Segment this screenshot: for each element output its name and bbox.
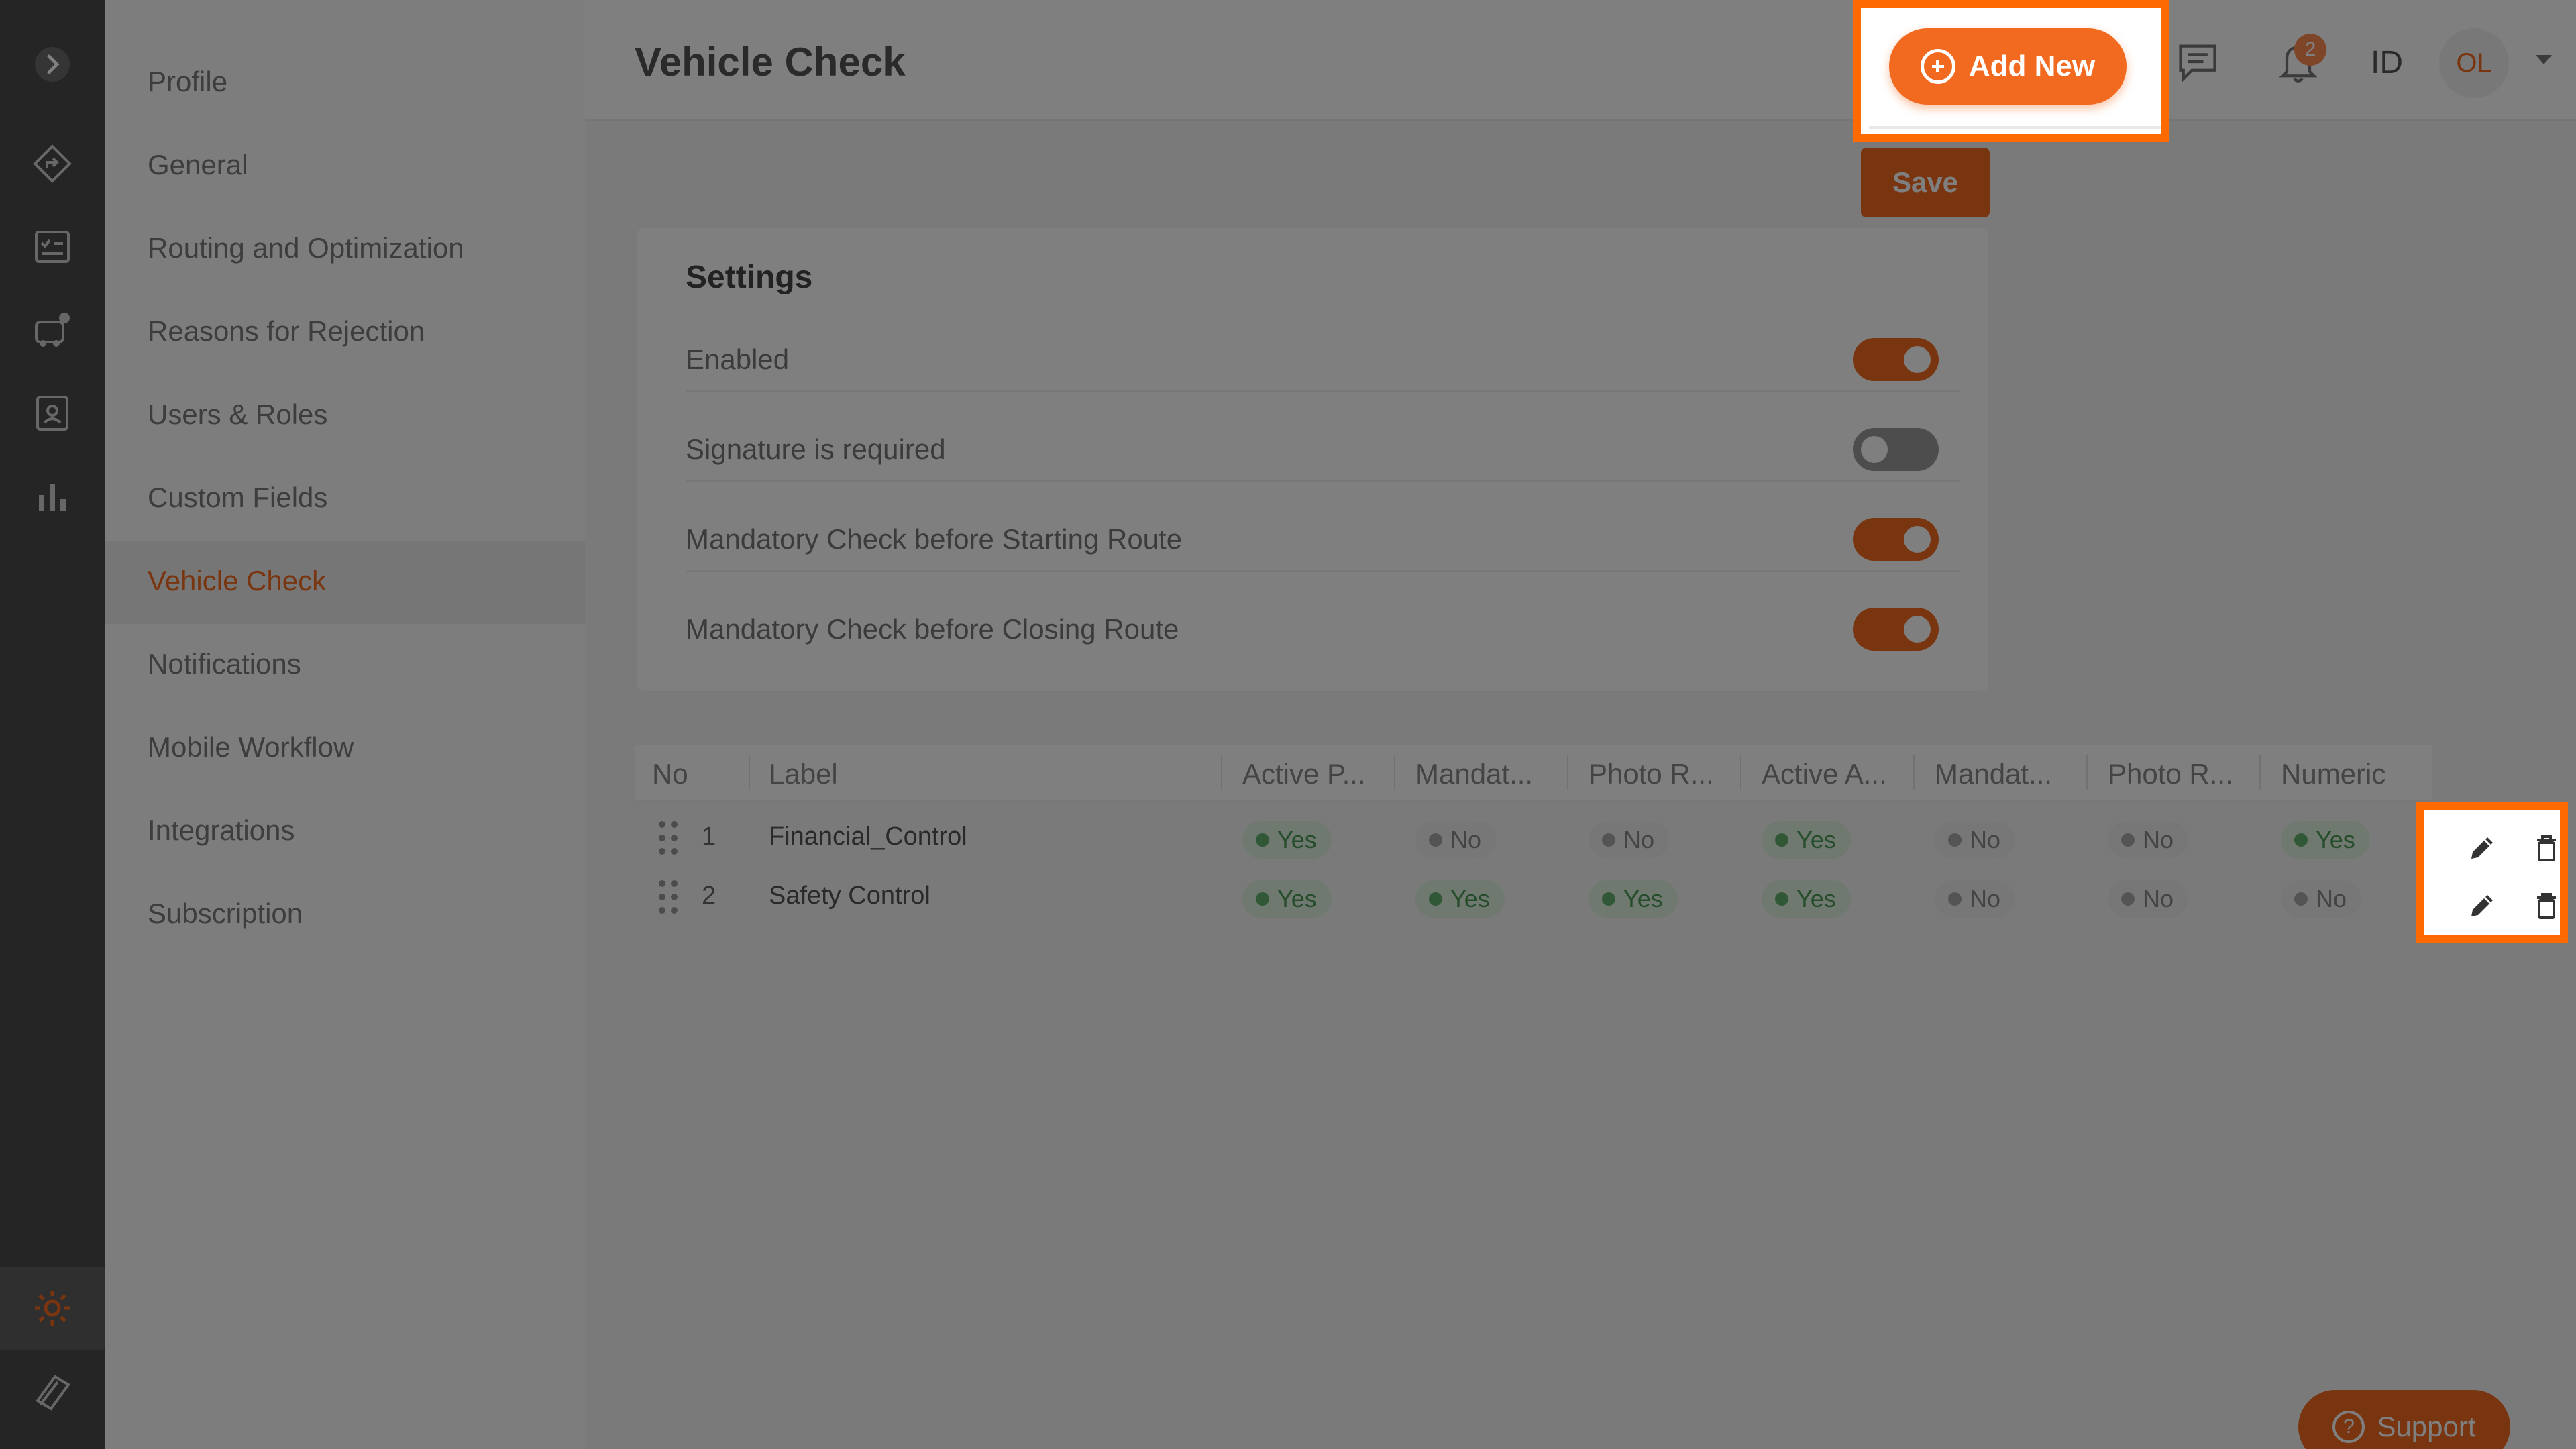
language-switcher[interactable]: ID	[2371, 44, 2403, 81]
support-button[interactable]: ? Support	[2298, 1390, 2510, 1449]
column-header-photo-2[interactable]: Photo R...	[2108, 758, 2233, 790]
row-label: Safety Control	[769, 881, 930, 910]
chevron-down-icon[interactable]	[2536, 55, 2552, 64]
table-header: No Label Active P... Mandat... Photo R..…	[635, 745, 2432, 801]
sidebar-item-profile[interactable]: Profile	[148, 66, 227, 98]
setting-label: Mandatory Check before Starting Route	[686, 523, 1183, 555]
enabled-toggle[interactable]	[1853, 338, 1939, 381]
status-badge: No	[2108, 880, 2189, 918]
status-badge: No	[1589, 821, 1670, 859]
column-header-mandatory-2[interactable]: Mandat...	[1935, 758, 2052, 790]
sidebar-item-users-roles[interactable]: Users & Roles	[148, 398, 327, 431]
delete-icon[interactable]	[2525, 884, 2568, 927]
status-badge: Yes	[1242, 880, 1332, 918]
checklist-icon[interactable]	[0, 205, 105, 288]
page-title: Vehicle Check	[635, 40, 906, 85]
setting-label: Enabled	[686, 343, 790, 375]
avatar[interactable]: OL	[2439, 28, 2509, 98]
table-row[interactable]: 2 Safety Control Yes Yes Yes Yes No No N…	[635, 868, 2432, 926]
book-icon[interactable]	[0, 1350, 105, 1433]
status-badge: Yes	[1415, 880, 1505, 918]
row-number: 1	[702, 822, 716, 851]
icon-rail	[0, 0, 105, 1449]
help-icon: ?	[2332, 1411, 2365, 1443]
sidebar-item-general[interactable]: General	[148, 149, 248, 181]
status-badge: No	[1415, 821, 1497, 859]
mandatory-start-route-toggle[interactable]	[1853, 518, 1939, 561]
edit-icon[interactable]	[2461, 884, 2504, 927]
contacts-icon[interactable]	[0, 372, 105, 455]
plus-circle-icon	[1920, 49, 1955, 84]
status-badge: Yes	[1589, 880, 1678, 918]
table-row[interactable]: 1 Financial_Control Yes No No Yes No No …	[635, 809, 2432, 867]
sidebar-item-notifications[interactable]: Notifications	[148, 648, 301, 680]
settings-sidebar: Profile General Routing and Optimization…	[105, 0, 585, 1449]
setting-row-signature: Signature is required	[686, 415, 1960, 482]
support-label: Support	[2377, 1411, 2476, 1442]
vehicle-icon[interactable]	[0, 288, 105, 372]
column-header-label[interactable]: Label	[769, 758, 838, 790]
settings-title: Settings	[686, 260, 813, 295]
setting-label: Mandatory Check before Closing Route	[686, 613, 1179, 645]
row-label: Financial_Control	[769, 822, 967, 851]
status-badge: Yes	[2281, 821, 2370, 859]
status-badge: No	[2108, 821, 2189, 859]
expand-chevron-icon[interactable]	[0, 23, 105, 106]
sidebar-item-mobile-workflow[interactable]: Mobile Workflow	[148, 731, 354, 763]
chat-icon[interactable]	[2174, 38, 2222, 86]
sidebar-item-custom-fields[interactable]: Custom Fields	[148, 482, 327, 514]
add-new-button[interactable]: Add New	[1889, 28, 2127, 105]
settings-card: Settings Enabled Signature is required M…	[637, 228, 1988, 691]
notification-badge: 2	[2294, 34, 2326, 66]
column-header-active-p[interactable]: Active P...	[1242, 758, 1366, 790]
column-header-mandatory-1[interactable]: Mandat...	[1415, 758, 1533, 790]
sidebar-item-routing[interactable]: Routing and Optimization	[148, 232, 464, 264]
mandatory-close-route-toggle[interactable]	[1853, 608, 1939, 651]
column-header-numeric[interactable]: Numeric	[2281, 758, 2385, 790]
status-badge: Yes	[1762, 880, 1851, 918]
bar-chart-icon[interactable]	[0, 455, 105, 538]
drag-handle-icon[interactable]	[659, 880, 679, 914]
status-badge: No	[1935, 821, 2016, 859]
setting-label: Signature is required	[686, 433, 946, 465]
status-badge: No	[2281, 880, 2362, 918]
save-button[interactable]: Save	[1861, 148, 1990, 217]
row-number: 2	[702, 881, 716, 910]
sidebar-item-vehicle-check[interactable]: Vehicle Check	[148, 565, 326, 597]
setting-row-start-route: Mandatory Check before Starting Route	[686, 504, 1960, 572]
drag-handle-icon[interactable]	[659, 821, 679, 855]
column-header-active-a[interactable]: Active A...	[1762, 758, 1887, 790]
route-diamond-icon[interactable]	[0, 122, 105, 205]
row-actions-highlight	[2416, 802, 2568, 943]
add-new-highlight: Add New	[1853, 0, 2169, 142]
sidebar-item-reasons-rejection[interactable]: Reasons for Rejection	[148, 315, 425, 347]
add-new-label: Add New	[1968, 50, 2096, 83]
status-badge: Yes	[1242, 821, 1332, 859]
status-badge: No	[1935, 880, 2016, 918]
sidebar-item-subscription[interactable]: Subscription	[148, 898, 303, 930]
setting-row-enabled: Enabled	[686, 325, 1960, 392]
edit-icon[interactable]	[2461, 826, 2504, 869]
sidebar-item-integrations[interactable]: Integrations	[148, 814, 294, 847]
column-header-no[interactable]: No	[652, 758, 688, 790]
setting-row-close-route: Mandatory Check before Closing Route	[686, 594, 1960, 661]
gear-icon[interactable]	[0, 1267, 105, 1350]
signature-required-toggle[interactable]	[1853, 428, 1939, 471]
column-header-photo-1[interactable]: Photo R...	[1589, 758, 1714, 790]
status-badge: Yes	[1762, 821, 1851, 859]
delete-icon[interactable]	[2525, 826, 2568, 869]
